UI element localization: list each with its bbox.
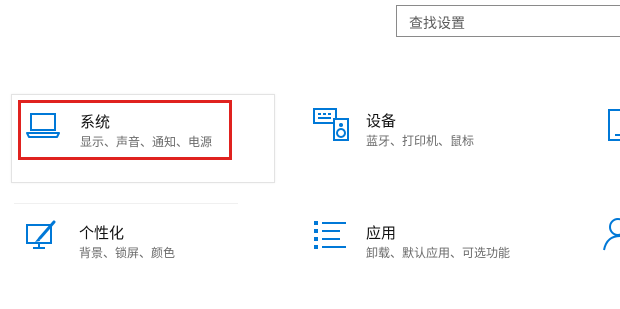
tile-devices-desc: 蓝牙、打印机、鼠标: [366, 134, 475, 148]
tile-devices[interactable]: 设备 蓝牙、打印机、鼠标: [298, 94, 562, 182]
tile-personalization-desc: 背景、锁屏、颜色: [79, 246, 176, 260]
tile-devices-title: 设备: [366, 112, 397, 130]
search-placeholder: 查找设置: [409, 16, 465, 32]
divider: [14, 203, 238, 204]
tile-apps[interactable]: 应用 卸载、默认应用、可选功能: [298, 206, 562, 294]
person-icon: [603, 218, 620, 251]
laptop-icon: [26, 113, 60, 138]
tile-apps-desc: 卸载、默认应用、可选功能: [366, 246, 511, 260]
phone-icon: [608, 109, 620, 141]
tile-system[interactable]: 系统 显示、声音、通知、电源: [11, 94, 275, 183]
tile-personalization-title: 个性化: [79, 224, 125, 242]
keyboard-speaker-icon: [313, 108, 349, 141]
paint-icon: [26, 220, 56, 249]
list-icon: [314, 221, 346, 249]
tile-personalization[interactable]: 个性化 背景、锁屏、颜色: [11, 206, 275, 294]
tile-accounts-partial[interactable]: [600, 206, 620, 294]
tile-system-title: 系统: [80, 113, 111, 131]
tile-phone-partial[interactable]: [600, 94, 620, 182]
tile-system-desc: 显示、声音、通知、电源: [80, 135, 213, 149]
search-input[interactable]: 查找设置: [396, 5, 620, 37]
tile-apps-title: 应用: [366, 224, 397, 242]
